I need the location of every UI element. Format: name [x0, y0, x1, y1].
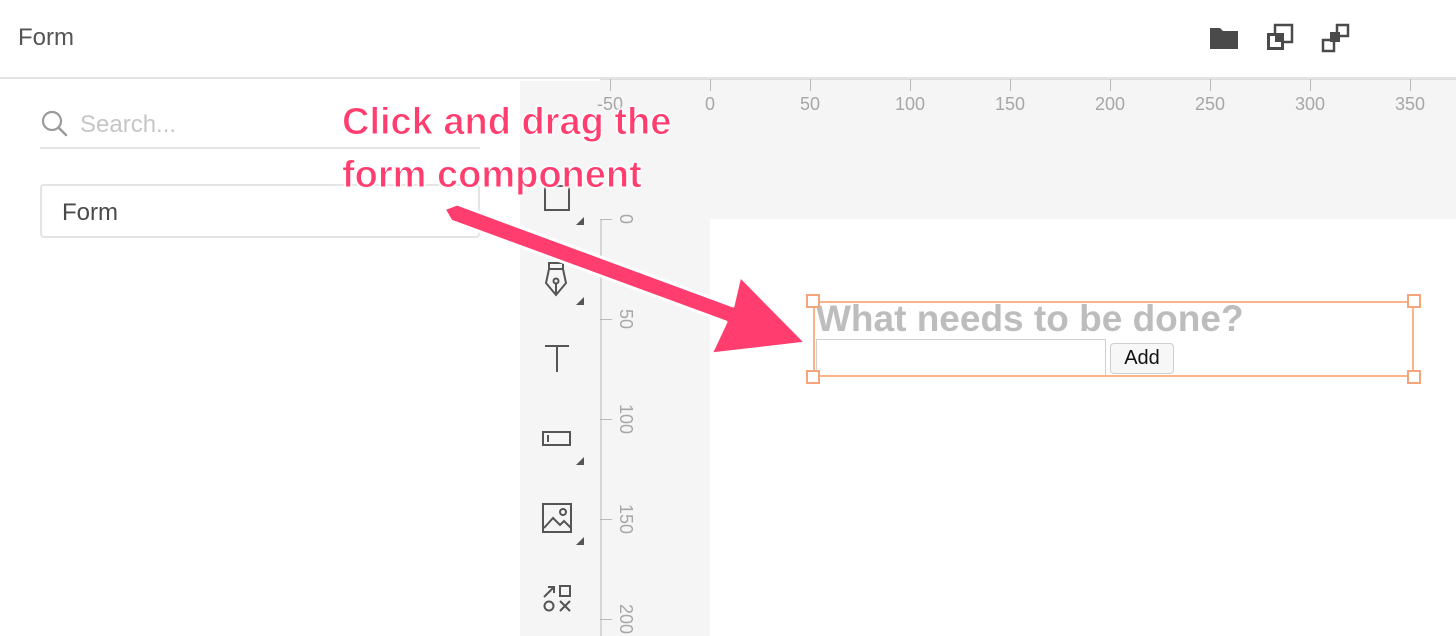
ruler-label: 150 [616, 503, 636, 535]
submenu-indicator [576, 217, 584, 225]
ruler-tick [610, 79, 611, 91]
ruler-label: 200 [1094, 94, 1126, 114]
ruler-tick [1110, 79, 1111, 91]
top-bar: Form [0, 0, 1456, 79]
annotation-line-1: Click and drag the [341, 101, 672, 144]
ruler-label: 150 [994, 94, 1026, 114]
ruler-label: 50 [616, 308, 636, 330]
ruler-tick [1310, 79, 1311, 91]
pen-tool[interactable] [540, 261, 584, 305]
duplicate-icon[interactable] [1264, 22, 1296, 54]
ruler-tick [1210, 79, 1211, 91]
folder-icon[interactable] [1208, 22, 1240, 54]
ruler-label: 50 [799, 94, 821, 114]
ruler-tick [810, 79, 811, 91]
ruler-tick [600, 219, 612, 220]
selection-box[interactable] [813, 301, 1414, 377]
ruler-label: 100 [894, 94, 926, 114]
submenu-indicator [576, 297, 584, 305]
ruler-tick [710, 79, 711, 91]
submenu-indicator [576, 537, 584, 545]
shapes-icon [543, 585, 571, 612]
input-field-icon [542, 431, 571, 446]
ruler-label: 250 [1194, 94, 1226, 114]
ruler-label: 200 [616, 603, 636, 635]
ruler-label: 0 [704, 94, 715, 114]
layers-icon[interactable] [1320, 22, 1352, 54]
search-icon [41, 110, 68, 137]
symbols-tool[interactable] [540, 581, 584, 625]
app-window: Form Form [0, 0, 1456, 636]
ruler-label: 100 [616, 403, 636, 435]
resize-handle-bottom-right[interactable] [1407, 370, 1421, 384]
text-icon [545, 345, 569, 372]
ruler-label: 300 [1294, 94, 1326, 114]
ruler-tick [1410, 79, 1411, 91]
image-icon [542, 503, 572, 533]
component-item-label: Form [62, 199, 118, 226]
ruler-tick [600, 319, 612, 320]
ruler-label: 350 [1394, 94, 1426, 114]
ruler-tick [910, 79, 911, 91]
resize-handle-bottom-left[interactable] [806, 370, 820, 384]
ruler-tick [600, 519, 612, 520]
ruler-divider [600, 79, 1456, 80]
resize-handle-top-right[interactable] [1407, 294, 1421, 308]
annotation-callout: Click and drag the form component [341, 96, 672, 202]
ruler-tick [1010, 79, 1011, 91]
image-tool[interactable] [540, 501, 584, 545]
input-tool[interactable] [540, 421, 584, 465]
ruler-tick [600, 619, 612, 620]
text-tool[interactable] [540, 341, 584, 385]
resize-handle-top-left[interactable] [806, 294, 820, 308]
ruler-tick [600, 419, 612, 420]
pen-icon [544, 262, 568, 297]
artboard[interactable] [710, 219, 1456, 636]
page-title: Form [18, 24, 74, 51]
submenu-indicator [576, 457, 584, 465]
annotation-line-2: form component [341, 154, 642, 197]
